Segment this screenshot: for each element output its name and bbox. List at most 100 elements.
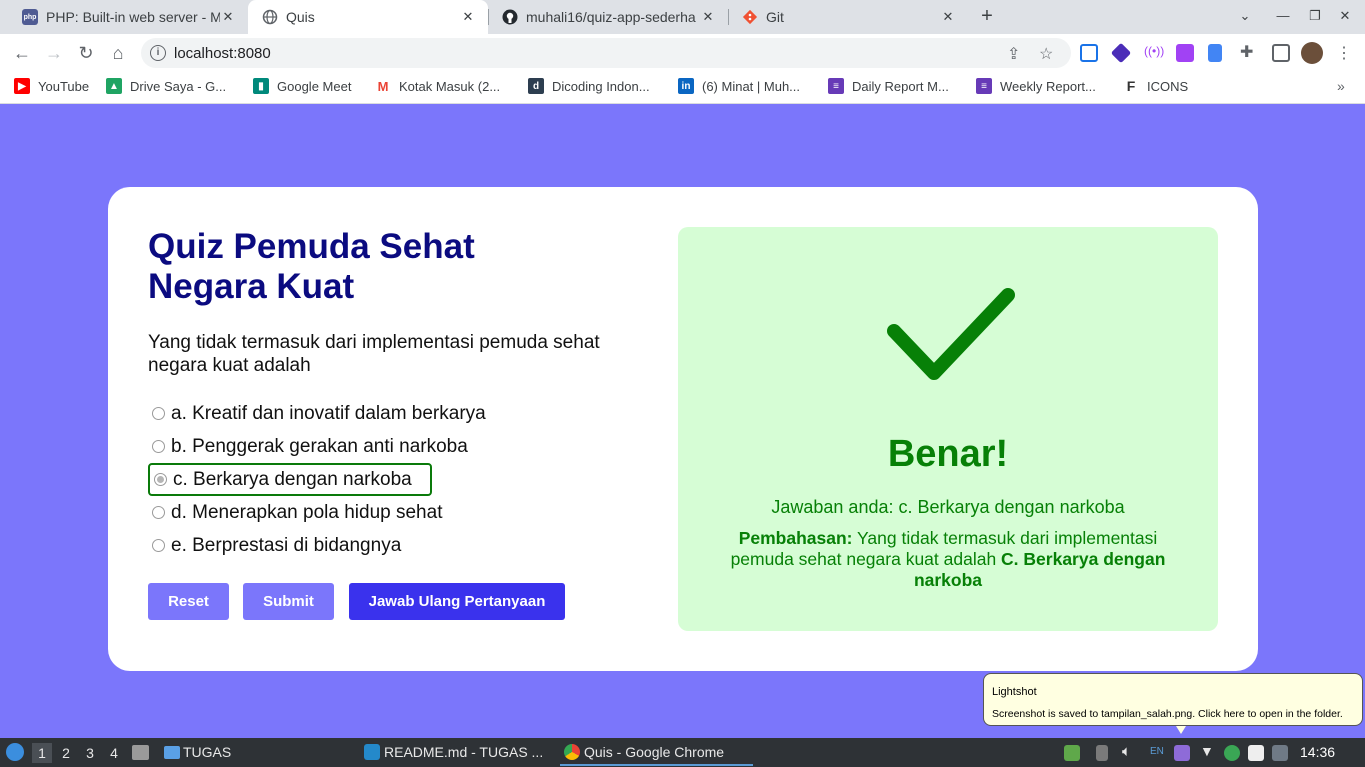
clipboard-icon[interactable] (1096, 745, 1108, 761)
tab-divider (488, 9, 489, 25)
new-tab-button[interactable]: + (975, 5, 999, 29)
close-icon[interactable]: ✕ (460, 9, 476, 25)
globe-icon (262, 9, 278, 25)
restore-icon[interactable]: ❐ (1306, 8, 1324, 24)
tab-title: Git (766, 9, 784, 25)
taskbar-vscode[interactable]: README.md - TUGAS ... (364, 744, 543, 760)
submit-button[interactable]: Submit (243, 583, 334, 620)
option-label: b. Penggerak gerakan anti narkoba (171, 435, 468, 457)
retry-button[interactable]: Jawab Ulang Pertanyaan (349, 583, 565, 620)
site-info-icon[interactable]: i (150, 45, 166, 61)
git-icon (742, 9, 758, 25)
taskbar-folder[interactable]: TUGAS (164, 744, 231, 760)
checkmark-icon (887, 288, 1015, 380)
bookmarks-overflow-icon[interactable]: » (1337, 78, 1345, 94)
wifi-icon[interactable]: ▼ (1200, 743, 1214, 759)
option-c[interactable]: c. Berkarya dengan narkoba (148, 463, 432, 496)
updates-icon[interactable] (1272, 745, 1288, 761)
option-e[interactable]: e. Berprestasi di bidangnya (148, 529, 486, 562)
bookmark-label: YouTube (38, 78, 90, 94)
radio-button[interactable] (154, 473, 167, 486)
radio-button[interactable] (152, 539, 165, 552)
workspace-3[interactable]: 3 (80, 743, 100, 763)
workspace-1[interactable]: 1 (32, 743, 52, 763)
tab-github[interactable]: muhali16/quiz-app-sederha ✕ (488, 0, 728, 34)
bookmark-meet[interactable]: ▮ Google Meet (253, 78, 351, 94)
taskbar-chrome[interactable]: Quis - Google Chrome (564, 744, 724, 760)
side-panel-icon[interactable] (1272, 44, 1290, 62)
option-b[interactable]: b. Penggerak gerakan anti narkoba (148, 430, 486, 463)
avatar[interactable] (1301, 42, 1323, 64)
close-icon[interactable]: ✕ (700, 9, 716, 25)
sync-icon[interactable] (1224, 745, 1240, 761)
bookmark-label: Weekly Report... (1000, 78, 1096, 94)
tab-title: Quis (286, 9, 315, 25)
workspace-4[interactable]: 4 (104, 743, 124, 763)
bookmark-icons[interactable]: F ICONS (1123, 78, 1188, 94)
workspace-2[interactable]: 2 (56, 743, 76, 763)
puzzle-icon[interactable]: ✚ (1240, 42, 1258, 61)
tab-strip: php PHP: Built-in web server - M ✕ Quis … (0, 0, 1365, 34)
option-d[interactable]: d. Menerapkan pola hidup sehat (148, 496, 486, 529)
clock: 14:36 (1300, 744, 1336, 760)
bookmark-drive[interactable]: ▲ Drive Saya - G... (106, 78, 226, 94)
result-status: Benar! (887, 433, 1009, 475)
more-menu-icon[interactable]: ⋮ (1336, 43, 1352, 63)
back-icon[interactable]: ← (11, 42, 33, 64)
folder-label: TUGAS (183, 744, 232, 760)
option-a[interactable]: a. Kreatif dan inovatif dalam berkarya (148, 397, 486, 430)
home-icon[interactable]: ⌂ (107, 42, 129, 64)
extension-doc-icon[interactable] (1080, 44, 1098, 62)
quiz-card: Quiz Pemuda Sehat Negara Kuat Yang tidak… (108, 187, 1258, 671)
tab-title: PHP: Built-in web server - M (46, 9, 220, 25)
tab-title: muhali16/quiz-app-sederha (526, 9, 696, 25)
minimize-icon[interactable]: — (1274, 8, 1292, 23)
youtube-icon: ▶ (14, 78, 30, 94)
bookmark-label: Dicoding Indon... (552, 78, 650, 94)
bookmark-label: Kotak Masuk (2... (399, 78, 501, 94)
bookmark-daily-report[interactable]: ≡ Daily Report M... (828, 78, 949, 94)
notes-icon[interactable] (1248, 745, 1264, 761)
address-url[interactable]: localhost:8080 (174, 45, 271, 62)
file-manager-icon[interactable] (132, 745, 149, 760)
extension-badge-icon[interactable] (1110, 42, 1132, 64)
github-icon (502, 9, 518, 25)
bookmark-star-icon[interactable]: ☆ (1039, 44, 1053, 64)
extension-broadcast-icon[interactable]: ((•)) (1144, 44, 1164, 62)
radio-button[interactable] (152, 440, 165, 453)
feather-icon[interactable] (1174, 745, 1190, 761)
share-icon[interactable]: ⇪ (1007, 44, 1020, 64)
close-icon[interactable]: ✕ (940, 9, 956, 25)
extension-tool-icon[interactable] (1208, 44, 1222, 62)
radio-button[interactable] (152, 506, 165, 519)
reset-button[interactable]: Reset (148, 583, 229, 620)
lightshot-notification[interactable]: Lightshot Screenshot is saved to tampila… (983, 673, 1363, 726)
linkedin-icon: in (678, 78, 694, 94)
notification-pointer (1176, 726, 1186, 734)
address-bar[interactable]: i localhost:8080 ⇪ ☆ (141, 38, 1071, 68)
reload-icon[interactable]: ↻ (75, 42, 97, 64)
tab-php[interactable]: php PHP: Built-in web server - M ✕ (8, 0, 248, 34)
bookmark-gmail[interactable]: M Kotak Masuk (2... (375, 78, 500, 94)
window-close-icon[interactable]: ✕ (1336, 8, 1354, 24)
folder-icon (164, 746, 180, 759)
tab-divider (728, 9, 729, 25)
forward-icon[interactable]: → (43, 42, 65, 64)
meet-icon: ▮ (253, 78, 269, 94)
bookmark-youtube[interactable]: ▶ YouTube (14, 78, 89, 94)
volume-icon[interactable]: 🔈︎ (1122, 743, 1131, 760)
close-icon[interactable]: ✕ (220, 9, 236, 25)
start-menu-icon[interactable] (6, 743, 24, 761)
bookmark-linkedin[interactable]: in (6) Minat | Muh... (678, 78, 800, 94)
bookmark-weekly-report[interactable]: ≡ Weekly Report... (976, 78, 1096, 94)
tab-search-icon[interactable]: ⌄ (1236, 8, 1254, 24)
tab-git[interactable]: Git ✕ (728, 0, 968, 34)
tab-quis[interactable]: Quis ✕ (248, 0, 488, 34)
bookmark-dicoding[interactable]: d Dicoding Indon... (528, 78, 650, 94)
network-manager-icon[interactable] (1064, 745, 1080, 761)
extension-color-icon[interactable] (1176, 44, 1194, 62)
keyboard-layout[interactable]: EN (1150, 746, 1164, 757)
radio-button[interactable] (152, 407, 165, 420)
notification-body[interactable]: Screenshot is saved to tampilan_salah.pn… (992, 708, 1343, 720)
taskbar: 1 2 3 4 TUGAS README.md - TUGAS ... Quis… (0, 738, 1365, 767)
